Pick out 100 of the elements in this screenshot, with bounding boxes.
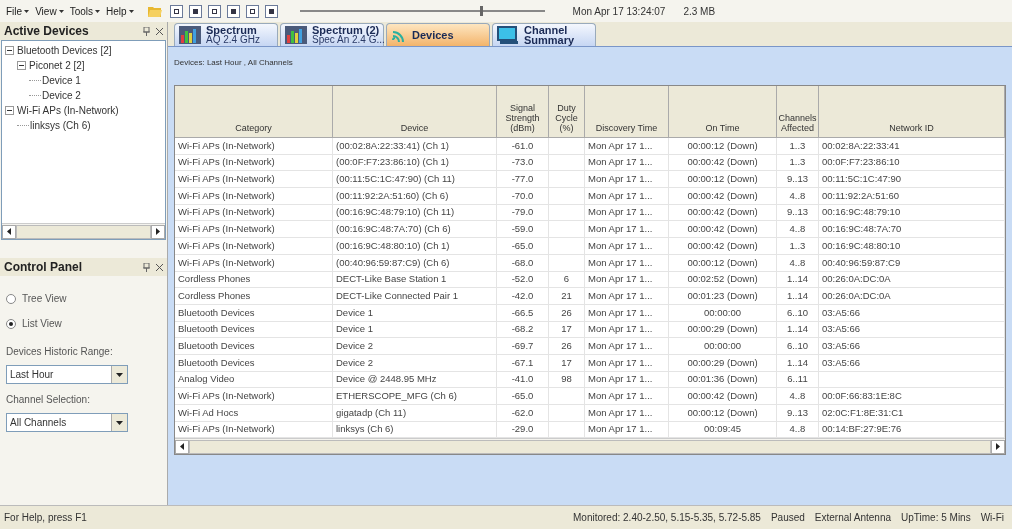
- tree-item[interactable]: Bluetooth Devices [2]: [17, 43, 112, 58]
- toolbar-button[interactable]: [245, 4, 259, 18]
- toolbar-button[interactable]: [169, 4, 183, 18]
- slider[interactable]: [299, 5, 545, 17]
- scroll-right-icon[interactable]: [996, 443, 1000, 451]
- tree-item[interactable]: Wi-Fi APs (In-Network): [17, 103, 119, 118]
- column-header[interactable]: Channels Affected: [777, 86, 819, 138]
- tab[interactable]: Channel Summary: [492, 23, 596, 46]
- table-cell: Device @ 2448.95 MHz: [336, 372, 437, 387]
- tab[interactable]: Devices: [386, 23, 490, 46]
- table-cell: Wi-Fi APs (In-Network): [178, 205, 275, 220]
- table-cell: -73.0: [511, 155, 534, 170]
- table-cell: 9..13: [786, 172, 809, 187]
- table-cell: Mon Apr 17 1...: [588, 405, 653, 420]
- pin-icon[interactable]: [143, 26, 150, 36]
- column-header[interactable]: Signal Strength (dBm): [497, 86, 549, 138]
- tab[interactable]: Spectrum AQ 2.4 GHz: [174, 23, 278, 46]
- table-cell: Analog Video: [178, 372, 235, 387]
- collapse-icon[interactable]: [5, 106, 14, 115]
- caret-icon: [128, 9, 134, 13]
- radio-option[interactable]: Tree View: [6, 286, 161, 311]
- tree-item[interactable]: Device 1: [42, 73, 81, 88]
- table-cell-text: Mon Apr 17 1...: [588, 188, 653, 203]
- table-cell-text: Bluetooth Devices: [178, 338, 255, 353]
- table-cell: Device 1: [336, 305, 373, 320]
- filter-caption: Devices: Last Hour , All Channels: [174, 57, 294, 69]
- help-hint: For Help, press F1: [4, 511, 88, 525]
- collapse-icon[interactable]: [5, 46, 14, 55]
- tree-item[interactable]: linksys (Ch 6): [30, 118, 91, 133]
- table-cell: 00:09:45: [704, 422, 741, 437]
- tree-item[interactable]: Device 2: [42, 88, 81, 103]
- column-header[interactable]: On Time: [669, 86, 777, 138]
- table-cell: 00:0F:F7:23:86:10: [822, 155, 900, 170]
- table-cell: -68.2: [511, 322, 534, 337]
- tree-item[interactable]: Piconet 2 [2]: [29, 58, 85, 73]
- dropdown-field[interactable]: All Channels: [6, 413, 128, 432]
- close-icon[interactable]: [156, 263, 163, 271]
- table-cell: 9..13: [786, 405, 809, 420]
- menu-item[interactable]: Help: [106, 3, 134, 19]
- table-cell: Mon Apr 17 1...: [588, 138, 653, 153]
- table-cell: 9..13: [786, 205, 809, 220]
- toolbar-button[interactable]: [264, 4, 278, 18]
- table-cell: Mon Apr 17 1...: [588, 205, 653, 220]
- table-cell: Wi-Fi APs (In-Network): [178, 222, 275, 237]
- caret-icon: [95, 9, 100, 13]
- scroll-left-icon[interactable]: [180, 443, 184, 451]
- status-text: Wi-Fi: [980, 511, 1004, 525]
- menu-item[interactable]: View: [35, 3, 64, 19]
- column-header[interactable]: Category: [175, 86, 333, 138]
- scroll-right-icon[interactable]: [156, 228, 160, 235]
- table-cell-text: 21: [561, 288, 572, 303]
- slider-thumb[interactable]: [479, 6, 483, 16]
- table-cell: 00:00:29 (Down): [687, 322, 758, 337]
- column-header[interactable]: Duty Cycle (%): [549, 86, 585, 138]
- toolbar-button[interactable]: [226, 4, 240, 18]
- table-cell-text: -70.0: [511, 188, 534, 203]
- column-header[interactable]: Network ID: [819, 86, 1005, 138]
- panel-title: Active Devices: [4, 23, 90, 40]
- table-cell-text: 00:00:42 (Down): [687, 238, 758, 253]
- table-cell: -79.0: [511, 205, 534, 220]
- table-cell: 1..3: [789, 155, 806, 170]
- table-cell: 00:00:12 (Down): [687, 255, 758, 270]
- caret-icon: [58, 9, 64, 13]
- table-cell: Mon Apr 17 1...: [588, 305, 653, 320]
- pin-icon[interactable]: [143, 262, 150, 272]
- radio-button[interactable]: [6, 293, 16, 304]
- dropdown-field[interactable]: Last Hour: [6, 365, 128, 384]
- menu-item[interactable]: Tools: [69, 3, 100, 19]
- table-cell-text: 1..3: [789, 238, 806, 253]
- table-cell: 4..8: [789, 422, 806, 437]
- table-cell: Wi-Fi APs (In-Network): [178, 155, 275, 170]
- table-cell-text: Mon Apr 17 1...: [588, 338, 653, 353]
- collapse-icon[interactable]: [17, 61, 26, 70]
- tab[interactable]: Spectrum (2) Spec An 2.4 G...: [280, 23, 384, 46]
- table-cell: Wi-Fi Ad Hocs: [178, 405, 239, 420]
- radio-option[interactable]: List View: [6, 311, 161, 336]
- table-cell: Mon Apr 17 1...: [588, 372, 653, 387]
- table-cell: -67.1: [511, 355, 534, 370]
- menu-item[interactable]: File: [6, 3, 30, 19]
- toolbar-button[interactable]: [188, 4, 202, 18]
- table-cell: Wi-Fi APs (In-Network): [178, 389, 275, 404]
- table-cell-text: 1..14: [786, 288, 809, 303]
- monitor-icon: [497, 26, 519, 44]
- close-icon[interactable]: [156, 27, 163, 35]
- scroll-left-icon[interactable]: [7, 228, 11, 235]
- column-header[interactable]: Discovery Time: [585, 86, 669, 138]
- caret-icon: [24, 9, 30, 13]
- radio-button[interactable]: [6, 318, 16, 329]
- table-cell: -59.0: [511, 222, 534, 237]
- table-cell-text: Mon Apr 17 1...: [588, 238, 653, 253]
- toolbar-button[interactable]: [207, 4, 221, 18]
- table-cell-text: 03:A5:66: [822, 338, 861, 353]
- horizontal-scrollbar[interactable]: [175, 438, 1005, 455]
- horizontal-scrollbar[interactable]: [2, 223, 165, 239]
- table-cell: Mon Apr 17 1...: [588, 155, 653, 170]
- table-cell-text: 26: [561, 338, 572, 353]
- table-cell: 1..14: [786, 272, 809, 287]
- column-header[interactable]: Device: [333, 86, 497, 138]
- table-cell: Device 1: [336, 322, 373, 337]
- table-cell: -77.0: [511, 172, 534, 187]
